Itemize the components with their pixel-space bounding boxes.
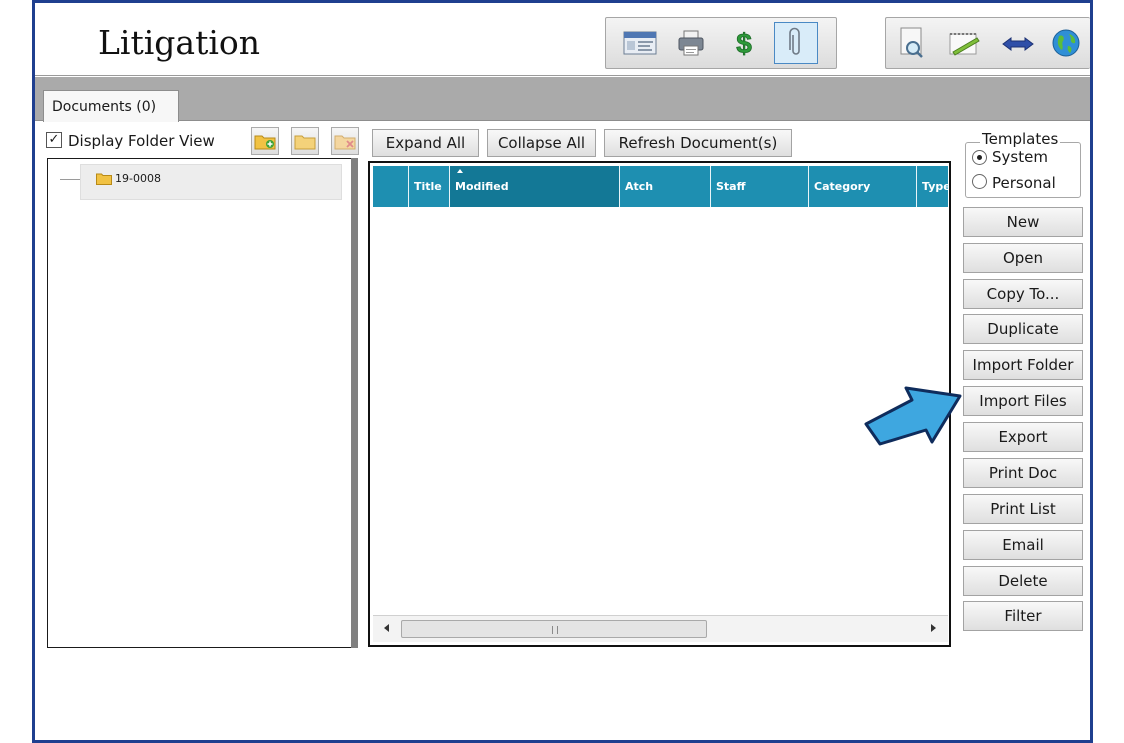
web-button[interactable] <box>1046 22 1086 64</box>
column-header-modified[interactable]: Modified <box>450 166 620 207</box>
globe-icon <box>1052 29 1080 57</box>
radio-system-label: System <box>992 148 1048 166</box>
new-button[interactable]: New <box>963 207 1083 237</box>
scrollbar-grip <box>552 626 558 634</box>
window-frame-right <box>1090 0 1093 743</box>
grid-header: Title Modified Atch Staff Category Type <box>373 166 948 207</box>
app-header: Litigation $ <box>35 3 1090 76</box>
column-header-category[interactable]: Category <box>809 166 917 207</box>
printer-icon <box>678 30 704 56</box>
contact-card-button[interactable] <box>620 22 660 64</box>
radio-personal-label: Personal <box>992 174 1056 192</box>
export-button[interactable]: Export <box>963 422 1083 452</box>
print-doc-button[interactable]: Print Doc <box>963 458 1083 488</box>
import-folder-button[interactable]: Import Folder <box>963 350 1083 380</box>
toolbar-group-secondary <box>885 17 1090 69</box>
column-header-staff[interactable]: Staff <box>711 166 809 207</box>
delete-folder-button[interactable] <box>331 127 359 155</box>
scrollbar-thumb[interactable] <box>401 620 707 638</box>
import-files-button[interactable]: Import Files <box>963 386 1083 416</box>
sort-ascending-icon <box>457 169 463 173</box>
tree-node-label: 19-0008 <box>115 172 161 185</box>
transfer-button[interactable] <box>998 22 1038 64</box>
new-folder-button[interactable] <box>251 127 279 155</box>
radio-system[interactable] <box>972 150 987 165</box>
contact-card-icon <box>623 31 657 55</box>
email-button[interactable]: Email <box>963 530 1083 560</box>
radio-personal[interactable] <box>972 174 987 189</box>
tree-connector <box>60 179 80 180</box>
toolbar-group-primary: $ <box>605 17 837 69</box>
rename-folder-button[interactable] <box>291 127 319 155</box>
tab-documents[interactable]: Documents (0) <box>43 90 179 122</box>
collapse-all-button[interactable]: Collapse All <box>487 129 596 157</box>
pane-splitter[interactable] <box>351 158 358 648</box>
print-list-button[interactable]: Print List <box>963 494 1083 524</box>
refresh-documents-button[interactable]: Refresh Document(s) <box>604 129 792 157</box>
display-folder-view-checkbox[interactable]: ✓ <box>46 132 62 148</box>
app-title: Litigation <box>98 23 261 62</box>
folder-tree[interactable] <box>47 158 352 648</box>
swap-arrows-icon <box>1002 37 1034 51</box>
column-header-title[interactable]: Title <box>409 166 450 207</box>
paperclip-icon <box>789 27 800 55</box>
billing-button[interactable]: $ <box>724 22 764 64</box>
scroll-right-icon[interactable] <box>931 624 936 632</box>
duplicate-button[interactable]: Duplicate <box>963 314 1083 344</box>
copy-to-button[interactable]: Copy To... <box>963 279 1083 309</box>
display-folder-view-label: Display Folder View <box>68 132 215 150</box>
folder-add-icon <box>254 135 276 150</box>
column-header-select[interactable] <box>373 166 409 207</box>
grid-horizontal-scrollbar[interactable] <box>373 615 948 642</box>
folder-icon <box>96 173 112 185</box>
delete-button[interactable]: Delete <box>963 566 1083 596</box>
print-button[interactable] <box>671 22 711 64</box>
svg-text:$: $ <box>736 28 752 59</box>
filter-button[interactable]: Filter <box>963 601 1083 631</box>
column-header-atch[interactable]: Atch <box>620 166 711 207</box>
templates-legend: Templates <box>980 130 1061 148</box>
document-search-button[interactable] <box>892 22 932 64</box>
notes-button[interactable] <box>944 22 984 64</box>
column-header-type[interactable]: Type <box>917 166 948 207</box>
scroll-left-icon[interactable] <box>384 624 389 632</box>
document-search-icon <box>900 27 923 58</box>
dollar-sign-icon: $ <box>736 28 753 59</box>
folder-open-icon <box>294 135 316 150</box>
callout-arrow-icon <box>864 386 962 446</box>
notepad-pencil-icon <box>949 33 980 56</box>
tab-strip <box>35 77 1090 120</box>
folder-delete-icon <box>334 135 356 150</box>
open-button[interactable]: Open <box>963 243 1083 273</box>
attachments-button[interactable] <box>774 22 818 64</box>
expand-all-button[interactable]: Expand All <box>372 129 479 157</box>
